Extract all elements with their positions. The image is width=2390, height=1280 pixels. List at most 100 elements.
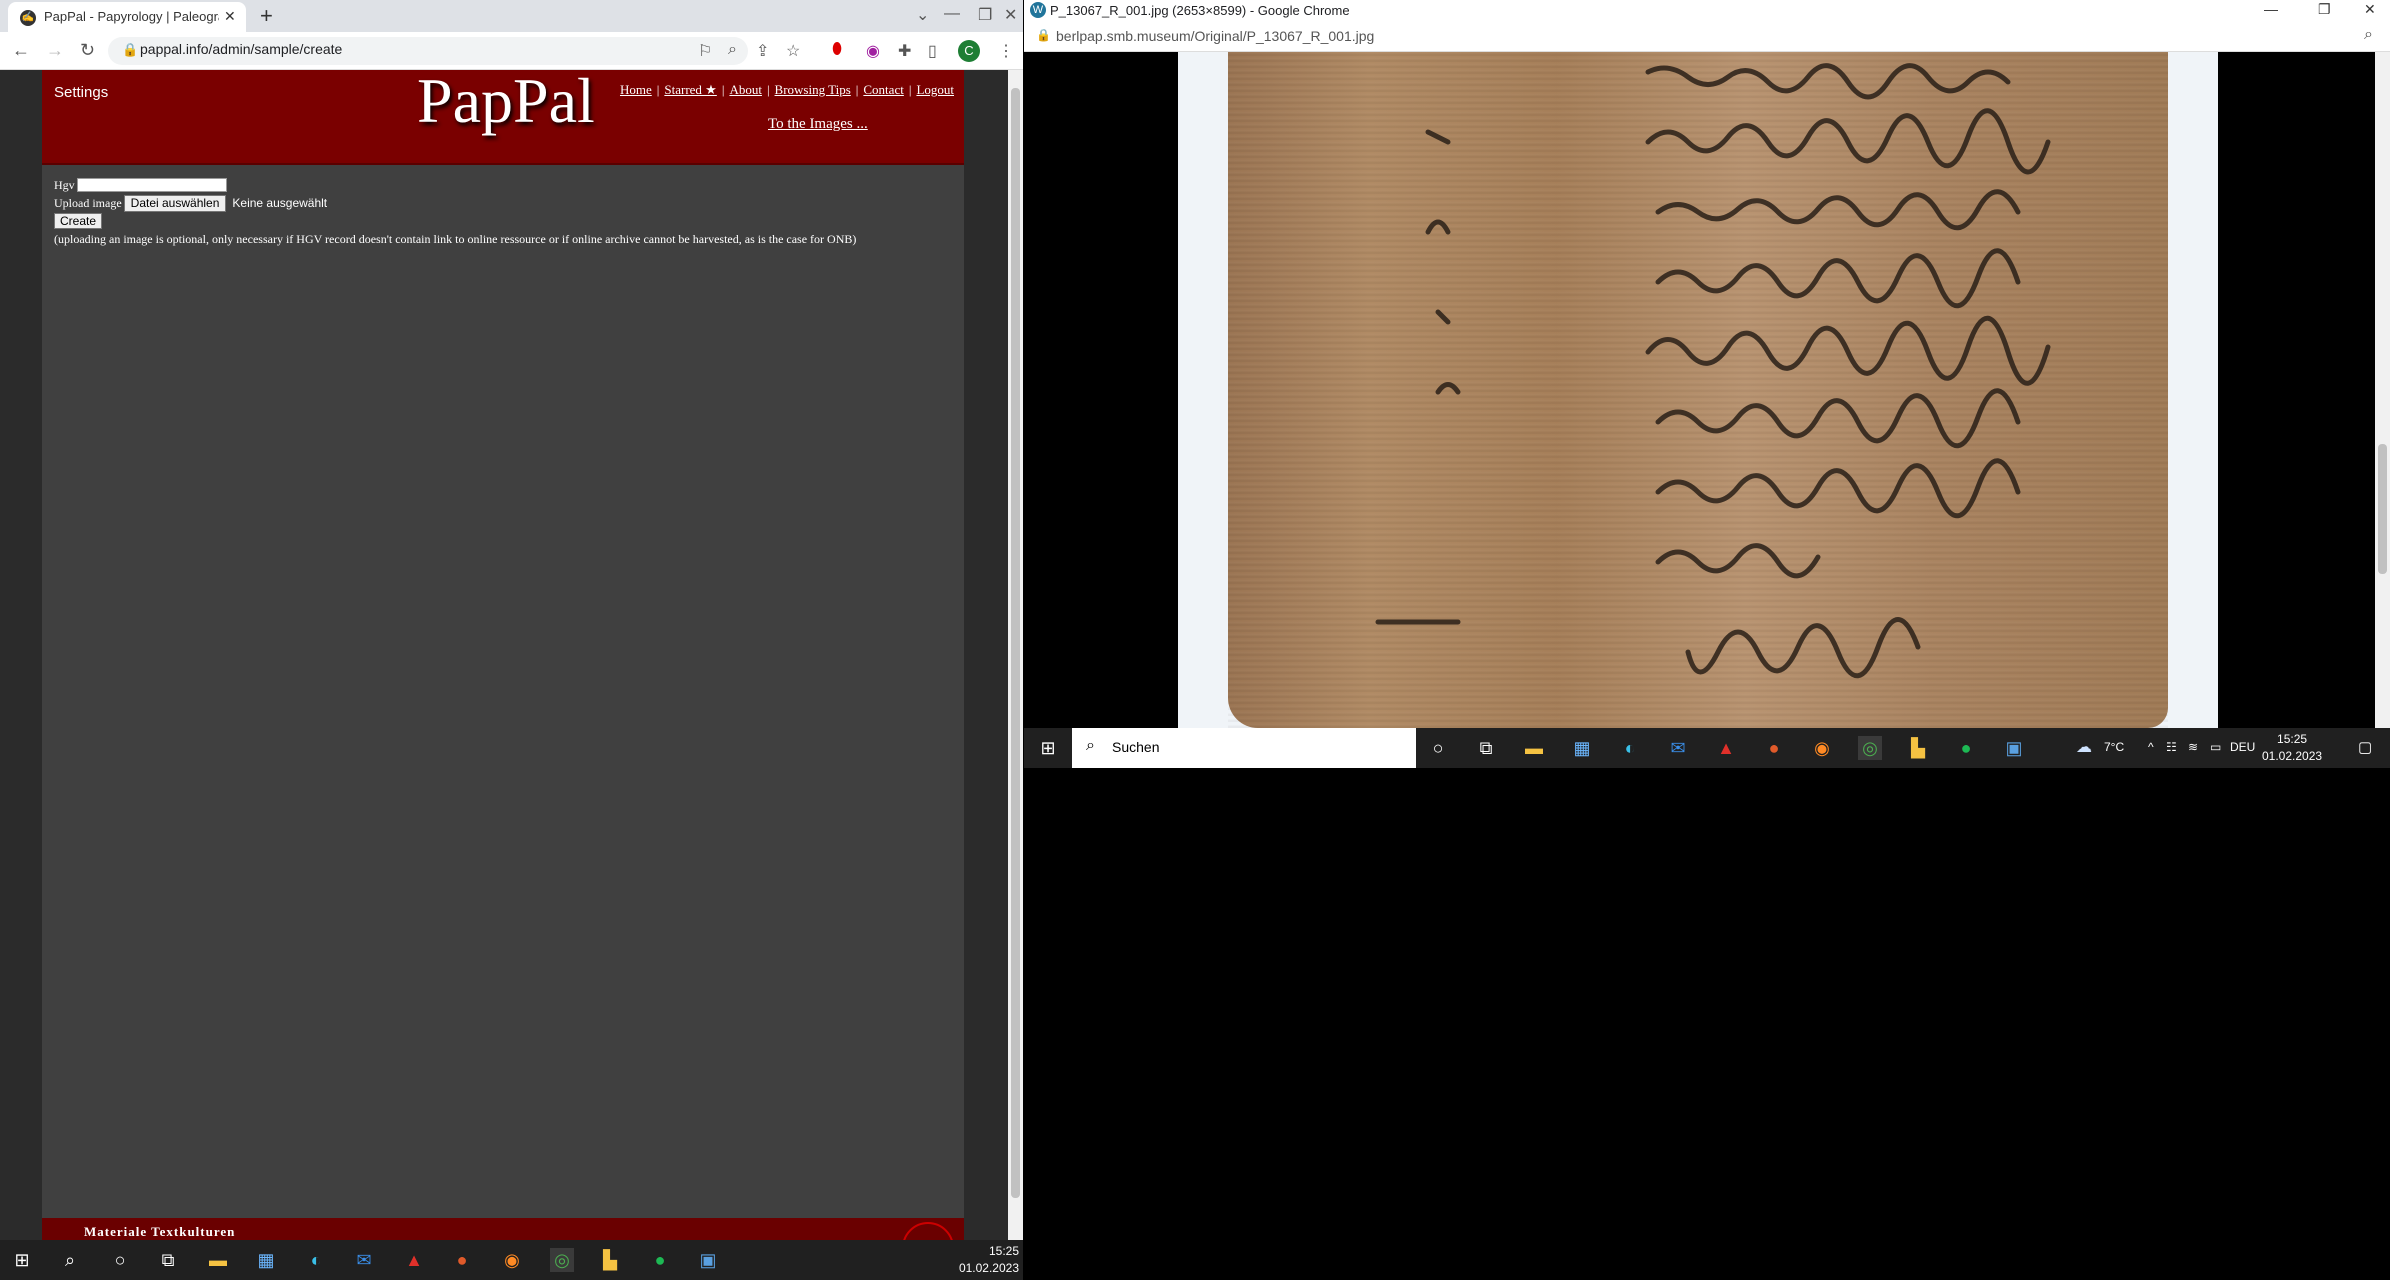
edge-icon[interactable]: ◐ xyxy=(304,1248,328,1272)
url-text[interactable]: pappal.info/admin/sample/create xyxy=(140,41,342,57)
close-window-button[interactable]: ✕ xyxy=(1004,5,1017,25)
menu-icon[interactable]: ⋮ xyxy=(998,41,1014,61)
search-placeholder: Suchen xyxy=(1112,739,1160,755)
file-explorer-icon[interactable]: ▬ xyxy=(206,1248,230,1272)
site-logo[interactable]: PapPal xyxy=(417,70,595,138)
extension-purple-icon[interactable]: ◉ xyxy=(866,41,880,61)
new-tab-button[interactable]: + xyxy=(260,3,273,29)
translate-icon[interactable]: ⚐ xyxy=(698,41,712,61)
hgv-input[interactable] xyxy=(76,178,227,192)
hgv-label: Hgv xyxy=(54,177,75,192)
right-taskbar: ⊞ ⌕ Suchen ○ ⧉ ▬ ▦ ◐ ✉ ▲ ● ◉ ◎ ▙ ● ▣ ☁ 7… xyxy=(1024,728,2390,768)
scrollbar-thumb[interactable] xyxy=(1011,88,1020,1198)
upload-label: Upload image xyxy=(54,195,122,210)
nav-about[interactable]: About xyxy=(729,82,762,97)
image-viewer[interactable] xyxy=(1024,52,2375,728)
store-icon[interactable]: ▦ xyxy=(254,1248,278,1272)
clock[interactable]: 15:25 01.02.2023 xyxy=(2262,731,2322,765)
nav-browsing-tips[interactable]: Browsing Tips xyxy=(775,82,851,97)
chrome-icon[interactable]: ◎ xyxy=(550,1248,574,1272)
footer-logo xyxy=(902,1222,954,1240)
zoom-icon[interactable]: ⌕ xyxy=(728,41,737,59)
zoom-icon[interactable]: ⌕ xyxy=(2364,26,2373,44)
store-icon[interactable]: ▦ xyxy=(1570,736,1594,760)
site-header: Settings PapPal Home | Starred ★ | About | Bro… xyxy=(42,70,964,165)
chevron-up-icon[interactable]: ^ xyxy=(2148,740,2154,754)
top-navigation: Home | Starred ★ | About | Browsing Tips | Conta… xyxy=(619,82,954,97)
spotify-icon[interactable]: ● xyxy=(648,1248,672,1272)
url-text[interactable]: berlpap.smb.museum/Original/P_13067_R_00… xyxy=(1056,28,1374,44)
left-taskbar: ⊞ ⌕ ○ ⧉ ▬ ▦ ◐ ✉ ▲ ● ◉ ◎ ▙ ● ▣ 15:25 01.0… xyxy=(0,1240,1023,1280)
files-icon[interactable]: ▙ xyxy=(598,1248,622,1272)
search-icon[interactable]: ⌕ xyxy=(58,1248,82,1272)
nav-home[interactable]: Home xyxy=(620,82,652,97)
cortana-icon[interactable]: ○ xyxy=(1426,736,1450,760)
sidepanel-icon[interactable]: ▯ xyxy=(928,41,937,61)
to-images-link[interactable]: To the Images ... xyxy=(768,116,868,133)
weather-temperature[interactable]: 7°C xyxy=(2104,740,2124,754)
mail-icon[interactable]: ✉ xyxy=(352,1248,376,1272)
vertical-scrollbar[interactable] xyxy=(2375,52,2390,728)
minimize-button[interactable]: — xyxy=(944,5,960,23)
mail-icon[interactable]: ✉ xyxy=(1666,736,1690,760)
profile-avatar[interactable]: C xyxy=(958,40,980,62)
window-title: P_13067_R_001.jpg (2653×8599) - Google C… xyxy=(1050,3,1350,18)
reload-icon[interactable]: ↻ xyxy=(80,40,95,61)
share-icon[interactable]: ⇪ xyxy=(756,41,769,61)
powerpoint-icon[interactable]: ● xyxy=(1762,736,1786,760)
tab-pappal[interactable]: ✍ PapPal - Papyrology | Paleograph ✕ xyxy=(8,2,246,32)
page-viewport: Settings PapPal Home | Starred ★ | About | Bro… xyxy=(0,70,1008,1240)
no-file-text: Keine ausgewählt xyxy=(232,196,328,210)
cortana-icon[interactable]: ○ xyxy=(108,1248,132,1272)
extension-red-icon[interactable]: ⬮ xyxy=(832,41,842,59)
choose-file-button[interactable]: Datei auswählen xyxy=(123,194,227,212)
restore-button[interactable]: ❐ xyxy=(2318,1,2331,18)
create-button[interactable]: Create xyxy=(54,213,103,229)
nav-starred[interactable]: Starred ★ xyxy=(664,82,716,97)
minimize-button[interactable]: — xyxy=(2264,1,2278,17)
pappal-favicon-icon: ✍ xyxy=(20,10,36,26)
back-icon[interactable]: ← xyxy=(12,40,30,61)
chrome-icon[interactable]: ◎ xyxy=(1858,736,1882,760)
notification-icon[interactable]: ▢ xyxy=(2358,738,2372,756)
clock-time: 15:25 xyxy=(988,1244,1019,1258)
close-window-button[interactable]: ✕ xyxy=(2364,1,2376,18)
settings-link[interactable]: Settings xyxy=(54,84,108,101)
pappal-page: Settings PapPal Home | Starred ★ | About | Bro… xyxy=(42,70,964,1240)
clock[interactable]: 15:25 01.02.2023 xyxy=(959,1243,1019,1277)
weather-cloud-icon[interactable]: ☁ xyxy=(2076,737,2092,757)
language-indicator[interactable]: DEU xyxy=(2230,740,2255,754)
firefox-icon[interactable]: ◉ xyxy=(500,1248,524,1272)
nav-contact[interactable]: Contact xyxy=(863,82,903,97)
photos-icon[interactable]: ▣ xyxy=(696,1248,720,1272)
wifi-icon[interactable]: ≋ xyxy=(2188,740,2198,754)
task-view-icon[interactable]: ⧉ xyxy=(1474,736,1498,760)
title-bar: W P_13067_R_001.jpg (2653×8599) - Google… xyxy=(1024,0,2390,22)
files-icon[interactable]: ▙ xyxy=(1906,736,1930,760)
windows-start-icon[interactable]: ⊞ xyxy=(10,1248,34,1272)
battery-icon[interactable]: ▭ xyxy=(2210,740,2221,754)
windows-start-icon[interactable]: ⊞ xyxy=(1036,736,1060,760)
powerpoint-icon[interactable]: ● xyxy=(450,1248,474,1272)
network-icon[interactable]: ☷ xyxy=(2166,740,2177,754)
site-footer: Materiale Textkulturen xyxy=(42,1218,964,1240)
firefox-icon[interactable]: ◉ xyxy=(1810,736,1834,760)
close-icon[interactable]: ✕ xyxy=(224,8,236,25)
forward-icon[interactable]: → xyxy=(46,40,64,61)
acrobat-icon[interactable]: ▲ xyxy=(1714,736,1738,760)
nav-logout[interactable]: Logout xyxy=(916,82,954,97)
photos-icon[interactable]: ▣ xyxy=(2002,736,2026,760)
scrollbar-thumb[interactable] xyxy=(2378,444,2387,574)
vertical-scrollbar[interactable] xyxy=(1008,70,1023,1240)
chevron-down-icon[interactable]: ⌄ xyxy=(916,5,929,25)
file-explorer-icon[interactable]: ▬ xyxy=(1522,736,1546,760)
task-view-icon[interactable]: ⧉ xyxy=(156,1248,180,1272)
acrobat-icon[interactable]: ▲ xyxy=(402,1248,426,1272)
taskbar-search[interactable]: ⌕ Suchen xyxy=(1072,728,1416,768)
edge-icon[interactable]: ◐ xyxy=(1618,736,1642,760)
bookmark-star-icon[interactable]: ☆ xyxy=(786,41,800,61)
restore-button[interactable]: ❐ xyxy=(978,5,992,25)
papyrus-image[interactable] xyxy=(1228,52,2168,728)
spotify-icon[interactable]: ● xyxy=(1954,736,1978,760)
extensions-icon[interactable]: ✚ xyxy=(898,41,911,61)
